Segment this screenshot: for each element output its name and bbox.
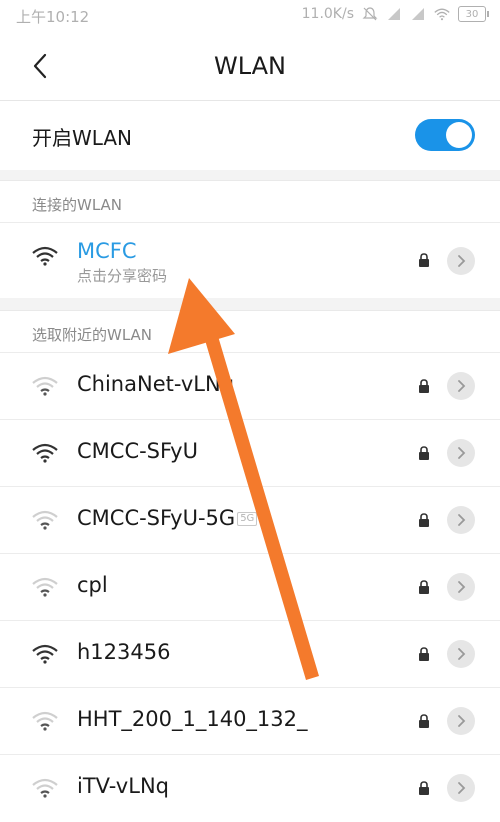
chevron-right-icon — [458, 255, 466, 267]
chevron-right-icon — [458, 514, 466, 526]
lock-icon — [419, 647, 429, 661]
network-detail-button[interactable] — [447, 506, 475, 534]
nearby-section-header: 选取附近的WLAN — [0, 310, 500, 353]
network-name: iTV-vLNq — [77, 774, 169, 798]
wifi-status-icon — [434, 8, 450, 21]
chevron-right-icon — [458, 447, 466, 459]
band-badge: 5G — [237, 512, 258, 526]
wlan-toggle-switch[interactable] — [415, 119, 475, 151]
lock-icon — [419, 781, 429, 795]
network-name-text: h123456 — [77, 640, 171, 664]
lock-icon — [419, 714, 429, 728]
network-name: ChinaNet-vLNq — [77, 372, 234, 396]
network-name: CMCC-SFyU-5G 5G — [77, 506, 258, 530]
mute-icon — [362, 7, 378, 21]
status-time: 上午10:12 — [16, 8, 90, 26]
signal-icon-1 — [388, 8, 400, 20]
chevron-right-icon — [458, 648, 466, 660]
network-row[interactable]: CMCC-SFyU — [0, 419, 500, 487]
lock-icon — [419, 513, 429, 527]
nearby-section-label: 选取附近的WLAN — [32, 326, 153, 344]
network-name: HHT_200_1_140_132_ — [77, 707, 308, 731]
network-speed: 11.0K/s — [301, 6, 354, 22]
chevron-left-icon — [33, 53, 47, 79]
chevron-right-icon — [458, 715, 466, 727]
share-password-hint[interactable]: 点击分享密码 — [77, 265, 167, 286]
network-row[interactable]: cpl — [0, 553, 500, 621]
lock-icon — [419, 446, 429, 460]
chevron-right-icon — [458, 782, 466, 794]
network-detail-button[interactable] — [447, 372, 475, 400]
connected-network-row[interactable]: MCFC 点击分享密码 — [0, 222, 500, 299]
signal-icon-2 — [412, 8, 424, 20]
wifi-weak-icon — [32, 577, 58, 597]
section-spacer — [0, 170, 500, 180]
network-name-text: cpl — [77, 573, 108, 597]
network-name-text: CMCC-SFyU-5G — [77, 506, 236, 530]
network-name-text: ChinaNet-vLNq — [77, 372, 235, 396]
network-detail-button[interactable] — [447, 439, 475, 467]
network-name-text: HHT_200_1_140_132_ — [77, 707, 308, 731]
wifi-strong-icon — [32, 246, 58, 266]
network-detail-button[interactable] — [447, 774, 475, 802]
network-detail-button[interactable] — [447, 573, 475, 601]
wifi-strong-icon — [32, 644, 58, 664]
connected-section-label: 连接的WLAN — [32, 196, 123, 214]
lock-icon — [419, 580, 429, 594]
network-row[interactable]: HHT_200_1_140_132_ — [0, 687, 500, 755]
status-icons: 11.0K/s 30 — [301, 6, 489, 22]
network-name-text: CMCC-SFyU — [77, 439, 198, 463]
network-row[interactable]: ChinaNet-vLNq — [0, 352, 500, 420]
network-detail-button[interactable] — [447, 640, 475, 668]
page-title: WLAN — [213, 52, 287, 80]
back-button[interactable] — [20, 44, 60, 88]
wifi-weak-icon — [32, 711, 58, 731]
toggle-knob — [446, 122, 472, 148]
network-row[interactable]: CMCC-SFyU-5G 5G — [0, 486, 500, 554]
lock-icon — [419, 253, 429, 267]
connected-network-name: MCFC — [77, 239, 137, 263]
network-detail-button[interactable] — [447, 247, 475, 275]
lock-icon — [419, 379, 429, 393]
status-bar: 上午10:12 11.0K/s 30 — [0, 0, 500, 32]
section-spacer — [0, 298, 500, 310]
app-header: WLAN — [0, 32, 500, 100]
network-name: cpl — [77, 573, 108, 597]
battery-icon: 30 — [458, 6, 489, 22]
connected-section-header: 连接的WLAN — [0, 180, 500, 223]
network-name-text: iTV-vLNq — [77, 774, 169, 798]
chevron-right-icon — [458, 380, 466, 392]
chevron-right-icon — [458, 581, 466, 593]
network-name: h123456 — [77, 640, 170, 664]
wlan-toggle-row: 开启WLAN — [0, 100, 500, 170]
network-name: CMCC-SFyU — [77, 439, 198, 463]
battery-level: 30 — [465, 8, 479, 20]
network-detail-button[interactable] — [447, 707, 475, 735]
wifi-strong-icon — [32, 443, 58, 463]
wlan-toggle-label: 开启WLAN — [32, 126, 133, 150]
network-row[interactable]: h123456 — [0, 620, 500, 688]
wifi-weak-icon — [32, 510, 58, 530]
network-row[interactable]: iTV-vLNq — [0, 754, 500, 822]
wifi-weak-icon — [32, 376, 58, 396]
wifi-weak-icon — [32, 778, 58, 798]
